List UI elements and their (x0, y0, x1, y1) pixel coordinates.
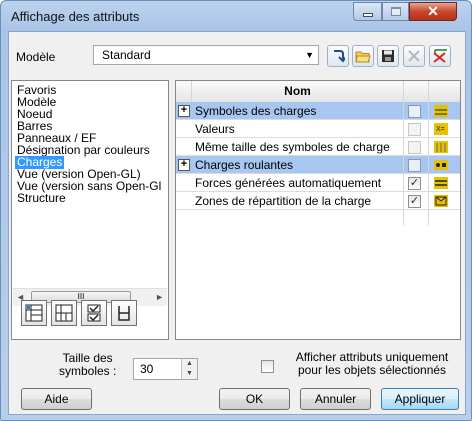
ok-button[interactable]: OK (219, 388, 290, 410)
grid-row[interactable]: Valeurs X= (176, 120, 460, 138)
close-icon: ✕ (427, 3, 439, 19)
auto-forces-icon (434, 177, 448, 189)
grid-header-corner (176, 81, 192, 102)
collapse-all-icon (55, 304, 73, 322)
scroll-right-icon[interactable]: ► (155, 292, 164, 302)
row-checkbox[interactable] (408, 141, 421, 154)
delete-all-button[interactable] (429, 45, 451, 67)
collapse-all-button[interactable] (51, 300, 77, 326)
selected-only-line2: pour les objets sélectionnés (297, 363, 447, 377)
delete-x-icon (408, 50, 420, 62)
expand-plus-icon[interactable]: + (178, 159, 190, 171)
window-title: Affichage des attributs (11, 9, 140, 24)
minimize-button[interactable] (353, 2, 382, 21)
model-select[interactable]: Standard ▼ (93, 45, 319, 65)
row-label: Valeurs (195, 122, 235, 136)
row-label: Zones de répartition de la charge (195, 194, 372, 208)
same-size-icon (434, 141, 448, 153)
row-label: Symboles des charges (195, 104, 317, 118)
grid-row[interactable]: + Charges roulantes (176, 156, 460, 174)
save-disk-icon (382, 50, 394, 62)
expand-all-button[interactable] (21, 300, 47, 326)
delete-all-icon (433, 49, 447, 63)
svg-text:X=: X= (436, 126, 445, 133)
symbol-size-label: Taille des symboles : (59, 352, 116, 378)
grid-row[interactable]: + Symboles des charges (176, 102, 460, 120)
tree-item-structure[interactable]: Structure (15, 192, 68, 205)
minimize-icon (362, 12, 373, 17)
column-divider (403, 81, 404, 225)
spin-down-icon[interactable]: ▼ (182, 369, 197, 379)
column-divider (428, 81, 429, 225)
dialog-body: Modèle Standard ▼ Favoris Modèle Noeud B… (8, 31, 466, 415)
attributes-grid: Nom + Symboles des charges Valeurs X= Mê… (175, 80, 461, 340)
apply-button[interactable]: Appliquer (381, 388, 459, 410)
row-checkbox[interactable]: ✓ (408, 177, 421, 190)
model-label: Modèle (16, 50, 56, 64)
distribution-zone-icon (434, 195, 448, 207)
selected-only-label: Afficher attributs uniquement pour les o… (277, 351, 467, 377)
load-symbol-icon (434, 105, 448, 117)
row-label: Forces générées automatiquement (195, 176, 382, 190)
row-checkbox[interactable]: ✓ (408, 195, 421, 208)
chevron-down-icon: ▼ (305, 50, 314, 60)
grid-row[interactable]: Forces générées automatiquement ✓ (176, 174, 460, 192)
uncheck-all-button[interactable] (111, 300, 137, 326)
cancel-button[interactable]: Annuler (300, 388, 371, 410)
dialog-window: Affichage des attributs ✕ Modèle Standar… (0, 0, 472, 421)
symbol-size-value[interactable]: 30 (140, 362, 153, 376)
close-button[interactable]: ✕ (409, 2, 457, 21)
symbol-size-label-line2: symboles : (59, 364, 117, 378)
check-all-icon (87, 304, 101, 322)
import-arrow-icon (334, 50, 345, 63)
delete-button[interactable] (403, 45, 425, 67)
open-button[interactable] (352, 45, 374, 67)
column-header-nom[interactable]: Nom (192, 81, 404, 102)
spinner-buttons[interactable]: ▲ ▼ (181, 359, 197, 379)
expand-all-icon (25, 304, 43, 322)
row-checkbox[interactable] (408, 159, 421, 172)
grid-row[interactable]: Même taille des symboles de charge (176, 138, 460, 156)
spin-up-icon[interactable]: ▲ (182, 359, 197, 369)
check-all-button[interactable] (81, 300, 107, 326)
maximize-icon (390, 7, 401, 16)
symbol-size-spinner[interactable]: 30 ▲ ▼ (133, 358, 198, 380)
title-bar[interactable]: Affichage des attributs ✕ (1, 1, 471, 31)
grid-row[interactable]: Zones de répartition de la charge ✓ (176, 192, 460, 210)
row-checkbox[interactable] (408, 105, 421, 118)
moving-load-icon (434, 160, 448, 170)
values-icon: X= (434, 123, 448, 135)
grid-header: Nom (176, 81, 460, 103)
model-select-value: Standard (102, 48, 151, 62)
maximize-button[interactable] (382, 2, 409, 21)
row-checkbox[interactable] (408, 123, 421, 136)
selected-only-checkbox[interactable] (261, 360, 274, 373)
row-label: Charges roulantes (195, 158, 294, 172)
help-button[interactable]: Aide (21, 388, 92, 410)
save-button[interactable] (377, 45, 399, 67)
open-folder-icon (355, 51, 371, 62)
expand-plus-icon[interactable]: + (178, 105, 190, 117)
row-label: Même taille des symboles de charge (195, 140, 390, 154)
uncheck-all-icon (118, 306, 130, 321)
import-button[interactable] (327, 45, 349, 67)
